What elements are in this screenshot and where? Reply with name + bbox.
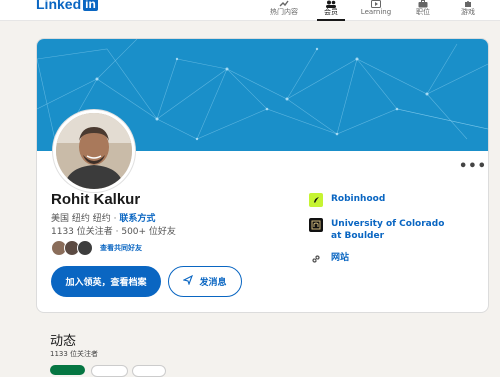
nav-label: 会员 (324, 8, 338, 16)
people-icon (325, 0, 337, 8)
link-icon (309, 252, 323, 266)
profile-photo (56, 113, 132, 189)
mutual-connections-link[interactable]: 查看共同好友 (100, 243, 142, 253)
nav-label: 热门内容 (270, 8, 298, 16)
play-icon (370, 0, 382, 8)
activity-filter-button[interactable] (91, 365, 128, 377)
profile-avatar[interactable] (53, 110, 135, 192)
linkedin-logo[interactable]: Linked in (36, 0, 98, 13)
profile-location-line: 美国 纽约 纽约 · 联系方式 (51, 211, 155, 224)
website-label: 网站 (331, 253, 350, 263)
more-options-icon[interactable]: ••• (459, 159, 487, 174)
logo-text: Linked (36, 0, 82, 12)
education-school[interactable]: University of Colorado at Boulder (309, 218, 456, 242)
nav-item-learning[interactable]: Learning (356, 0, 396, 20)
nav-label: Learning (360, 8, 392, 16)
website-link[interactable]: 网站 (309, 252, 349, 266)
nav-label: 游戏 (461, 8, 475, 16)
nav-item-top-content[interactable]: 热门内容 (264, 0, 304, 20)
cu-boulder-logo (309, 218, 323, 232)
school-name: University of Colorado at Boulder (331, 219, 445, 241)
nav-item-members[interactable]: 会员 (311, 0, 351, 21)
mutual-connections[interactable]: 查看共同好友 (51, 239, 142, 257)
profile-followers: 1133 位关注者 · 500+ 位好友 (51, 227, 176, 237)
activity-filter-button[interactable] (132, 365, 166, 377)
nav-label: 职位 (416, 8, 430, 16)
message-button[interactable]: 发消息 (168, 266, 242, 297)
nav-item-jobs[interactable]: 职位 (403, 0, 443, 20)
current-company[interactable]: Robinhood (309, 193, 385, 207)
top-navigation: Linked in 热门内容 会员 Learning 职位 游戏 (0, 0, 500, 21)
profile-name: Rohit Kalkur (51, 191, 141, 208)
profile-card: ••• Rohit Kalkur 美国 纽约 纽约 · 联系方式 1133 位关… (36, 38, 489, 313)
nav-item-games[interactable]: 游戏 (448, 0, 488, 20)
activity-followers: 1133 位关注者 (50, 350, 99, 358)
mutual-avatar (77, 240, 93, 256)
puzzle-icon (462, 0, 474, 8)
join-to-view-profile-button[interactable]: 加入领英，查看档案 (51, 266, 161, 297)
company-name: Robinhood (331, 194, 386, 204)
robinhood-logo (309, 193, 323, 207)
profile-location: 美国 纽约 纽约 (51, 214, 111, 224)
separator: · (113, 214, 117, 224)
trending-icon (278, 0, 290, 8)
contact-info-link[interactable]: 联系方式 (119, 214, 155, 224)
message-button-label: 发消息 (199, 278, 227, 288)
activity-title: 动态 (50, 334, 77, 349)
briefcase-icon (417, 0, 429, 8)
activity-filter-button[interactable] (50, 365, 85, 375)
logo-in-badge: in (83, 0, 98, 11)
send-icon (182, 274, 194, 288)
